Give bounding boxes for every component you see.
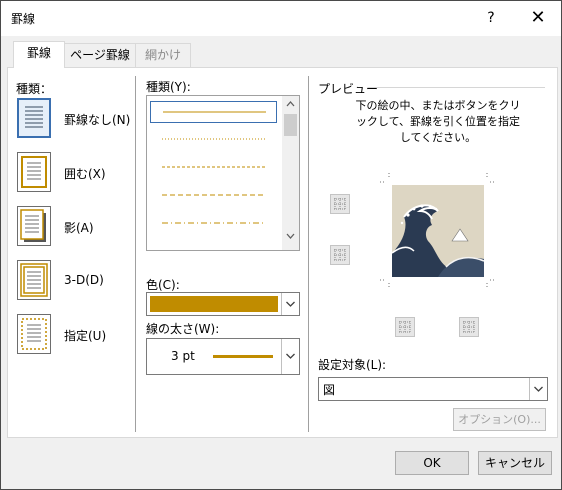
preview-instruction: 下の絵の中、またはボタンをクリックして、罫線を引く位置を指定してください。	[355, 99, 521, 144]
preview-heading-rule	[368, 87, 545, 88]
left-border-button[interactable]	[395, 317, 415, 337]
border-shadow-icon[interactable]	[17, 206, 51, 246]
style-item-dash-dot[interactable]	[150, 213, 277, 235]
color-swatch	[150, 296, 278, 312]
wave-picture	[391, 185, 485, 277]
top-border-button[interactable]	[330, 194, 350, 214]
setting-label-box[interactable]: 囲む(X)	[64, 165, 106, 182]
width-label: 線の太さ(W):	[146, 322, 220, 336]
apply-to-dropdown[interactable]: 図	[318, 377, 548, 401]
style-item-dotted[interactable]	[150, 129, 277, 151]
style-item-dashed[interactable]	[150, 157, 277, 179]
border-custom-icon[interactable]	[17, 314, 51, 354]
style-list[interactable]	[146, 95, 300, 251]
style-heading: 種類(Y):	[146, 80, 191, 94]
border-3d-icon[interactable]	[17, 260, 51, 300]
style-item-solid[interactable]	[150, 101, 277, 123]
scroll-down-icon	[286, 233, 295, 239]
tab-borders[interactable]: 罫線	[13, 41, 65, 68]
tab-page-borders[interactable]: ページ罫線	[64, 43, 136, 67]
setting-label-custom[interactable]: 指定(U)	[64, 327, 106, 344]
width-value: 3 pt	[171, 349, 195, 363]
apply-to-value: 図	[323, 383, 336, 397]
close-button[interactable]: ✕	[519, 3, 557, 33]
width-dropdown[interactable]: 3 pt	[146, 338, 300, 375]
border-none-icon[interactable]	[17, 98, 51, 138]
style-list-scrollbar[interactable]	[282, 96, 299, 250]
column-divider-right	[308, 76, 309, 432]
chevron-down-icon[interactable]	[529, 378, 547, 400]
borders-dialog: 罫線 ? ✕ 罫線 ページ罫線 網かけ 種類： 罫線なし(N) 囲む(X) 影(…	[0, 0, 562, 490]
apply-to-label: 設定対象(L):	[318, 358, 387, 372]
style-item-dash-long[interactable]	[150, 185, 277, 207]
tab-shading: 網かけ	[135, 43, 191, 67]
column-divider-left	[135, 76, 136, 432]
dialog-title: 罫線	[11, 12, 36, 26]
chevron-down-icon[interactable]	[281, 339, 299, 374]
borders-panel: 種類： 罫線なし(N) 囲む(X) 影(A) 3-D(D) 指定(U) 種類(Y…	[7, 67, 558, 438]
scroll-thumb	[284, 114, 297, 136]
title-bar: 罫線 ? ✕	[1, 1, 561, 36]
setting-heading: 種類：	[16, 82, 53, 96]
setting-label-3d[interactable]: 3-D(D)	[64, 273, 104, 287]
right-border-button[interactable]	[459, 317, 479, 337]
ok-button[interactable]: OK	[395, 451, 469, 475]
setting-label-none[interactable]: 罫線なし(N)	[64, 111, 130, 128]
preview-heading: プレビュー	[318, 82, 379, 96]
chevron-down-icon[interactable]	[281, 293, 299, 315]
preview-canvas[interactable]	[378, 171, 498, 291]
options-button: オプション(O)...	[453, 408, 546, 431]
bottom-border-button[interactable]	[330, 245, 350, 265]
setting-label-shadow[interactable]: 影(A)	[64, 219, 94, 236]
cancel-button[interactable]: キャンセル	[478, 451, 552, 475]
border-box-icon[interactable]	[17, 152, 51, 192]
width-sample-line	[213, 355, 273, 358]
color-dropdown[interactable]	[146, 292, 300, 316]
scroll-up-icon	[286, 101, 295, 107]
color-label: 色(C):	[146, 278, 180, 292]
help-button[interactable]: ?	[479, 7, 503, 29]
